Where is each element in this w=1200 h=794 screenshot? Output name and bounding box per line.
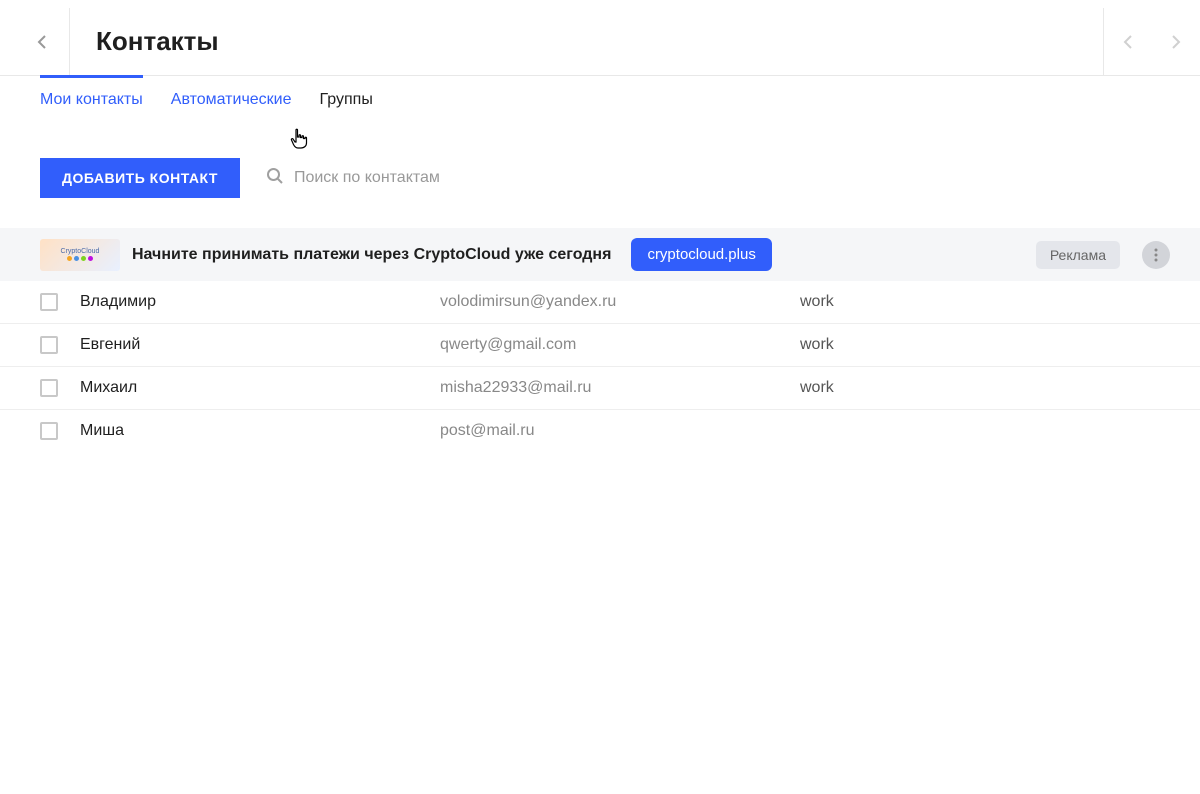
- contact-name: Евгений: [80, 336, 440, 354]
- contact-row[interactable]: Евгений qwerty@gmail.com work: [0, 324, 1200, 367]
- toolbar: ДОБАВИТЬ КОНТАКТ: [0, 124, 1200, 228]
- chevron-left-icon: [1123, 34, 1133, 50]
- ad-image: CryptoCloud: [40, 239, 120, 271]
- contact-group: work: [800, 336, 834, 354]
- contact-group: work: [800, 293, 834, 311]
- nav-prev-button[interactable]: [1104, 8, 1152, 75]
- ad-label: Реклама: [1036, 241, 1120, 269]
- ad-image-text: CryptoCloud: [61, 248, 100, 255]
- back-button[interactable]: [14, 8, 70, 75]
- tabs: Мои контакты Автоматические Группы: [0, 76, 1200, 124]
- page-title: Контакты: [96, 26, 1103, 57]
- contact-checkbox[interactable]: [40, 379, 58, 397]
- contact-email: post@mail.ru: [440, 422, 800, 440]
- nav-arrows: [1103, 8, 1200, 75]
- search-icon: [266, 167, 284, 190]
- chevron-left-icon: [37, 34, 47, 50]
- add-contact-button[interactable]: ДОБАВИТЬ КОНТАКТ: [40, 158, 240, 198]
- contact-row[interactable]: Миша post@mail.ru: [0, 410, 1200, 452]
- contacts-list: Владимир volodimirsun@yandex.ru work Евг…: [0, 281, 1200, 452]
- contact-row[interactable]: Михаил misha22933@mail.ru work: [0, 367, 1200, 410]
- chevron-right-icon: [1171, 34, 1181, 50]
- ad-text: Начните принимать платежи через CryptoCl…: [132, 246, 611, 264]
- contact-row[interactable]: Владимир volodimirsun@yandex.ru work: [0, 281, 1200, 324]
- contact-name: Владимир: [80, 293, 440, 311]
- nav-next-button[interactable]: [1152, 8, 1200, 75]
- contact-checkbox[interactable]: [40, 293, 58, 311]
- search-input[interactable]: [294, 169, 594, 187]
- contact-checkbox[interactable]: [40, 422, 58, 440]
- contact-email: misha22933@mail.ru: [440, 379, 800, 397]
- contact-email: qwerty@gmail.com: [440, 336, 800, 354]
- search-wrapper: [266, 167, 594, 190]
- contact-name: Михаил: [80, 379, 440, 397]
- tab-my-contacts[interactable]: Мои контакты: [40, 76, 143, 124]
- contact-name: Миша: [80, 422, 440, 440]
- dots-vertical-icon: [1154, 248, 1158, 262]
- contact-email: volodimirsun@yandex.ru: [440, 293, 800, 311]
- contact-group: work: [800, 379, 834, 397]
- ad-menu-button[interactable]: [1142, 241, 1170, 269]
- ad-banner: CryptoCloud Начните принимать платежи че…: [0, 228, 1200, 281]
- tab-groups[interactable]: Группы: [320, 76, 373, 124]
- tab-automatic[interactable]: Автоматические: [171, 76, 292, 124]
- contact-checkbox[interactable]: [40, 336, 58, 354]
- header: Контакты: [0, 8, 1200, 76]
- ad-cta-button[interactable]: cryptocloud.plus: [631, 238, 771, 271]
